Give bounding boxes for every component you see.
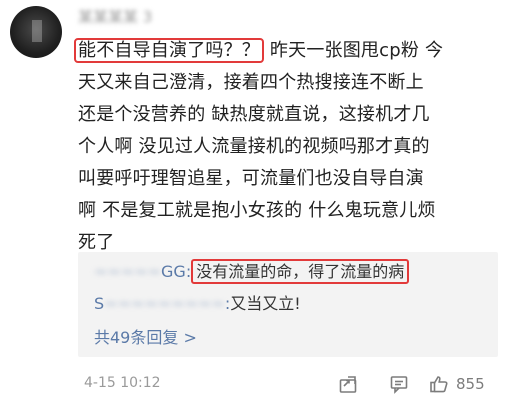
comment-body: 能不自导自演了吗？？ 昨天一张图甩cp粉 今 天又来自己澄清，接着四个热搜接连不… bbox=[74, 35, 503, 259]
highlighted-text: 能不自导自演了吗？？ bbox=[74, 38, 264, 63]
like-icon[interactable] bbox=[428, 373, 450, 395]
reply-highlighted-text: 没有流量的命，得了流量的病 bbox=[191, 259, 410, 284]
comment-line-6: 啊 不是复工就是抱小女孩的 什么鬼玩意儿烦 bbox=[78, 200, 436, 221]
share-icon[interactable] bbox=[337, 373, 359, 395]
reply-box: ~~~~~GG: 没有流量的命，得了流量的病 S~~~~~~~~~:又当又立! 共… bbox=[78, 252, 498, 357]
comment-footer: 4-15 10:12 855 bbox=[84, 373, 499, 395]
reply-username[interactable]: ~~~~~GG: bbox=[94, 262, 191, 281]
reply-username[interactable]: S~~~~~~~~~: bbox=[94, 294, 230, 313]
comment-line-5: 叫要呼吁理智追星，可流量们也没自导自演 bbox=[78, 168, 424, 189]
comment-text: 昨天一张图甩cp粉 今 bbox=[264, 40, 444, 61]
comment-line-1: 能不自导自演了吗？？ 昨天一张图甩cp粉 今 bbox=[74, 35, 503, 67]
comment-line-3: 还是个没营养的 缺热度就直说，这接机才几 bbox=[78, 104, 430, 125]
comment-icon[interactable] bbox=[388, 373, 410, 395]
comment-line-4: 个人啊 没见过人流量接机的视频吗那才真的 bbox=[78, 136, 430, 157]
like-count: 855 bbox=[456, 375, 485, 393]
more-replies-link[interactable]: 共49条回复 > bbox=[94, 324, 197, 348]
reply-item[interactable]: S~~~~~~~~~:又当又立! bbox=[94, 290, 301, 314]
comment-line-2: 天又来自己澄清，接着四个热搜接连不断上 bbox=[78, 72, 424, 93]
avatar[interactable] bbox=[10, 6, 62, 58]
reply-text: 又当又立! bbox=[230, 294, 301, 313]
reply-item[interactable]: ~~~~~GG: 没有流量的命，得了流量的病 bbox=[94, 258, 410, 284]
username[interactable]: 某某某某 3 bbox=[78, 6, 152, 26]
timestamp: 4-15 10:12 bbox=[84, 375, 161, 391]
